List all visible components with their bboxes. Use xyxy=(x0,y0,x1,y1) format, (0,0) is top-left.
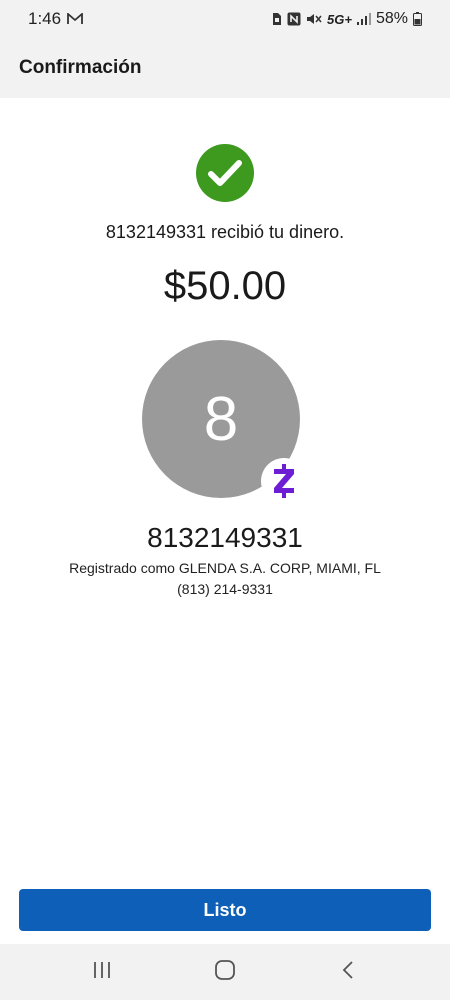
system-nav-bar xyxy=(0,944,450,1000)
status-time: 1:46 xyxy=(28,9,62,28)
recipient-registered-as: Registrado como GLENDA S.A. CORP, MIAMI,… xyxy=(69,560,381,576)
mute-icon xyxy=(306,12,322,26)
battery-icon xyxy=(413,12,422,26)
app-header: Confirmación xyxy=(0,38,450,98)
back-icon xyxy=(341,960,355,985)
back-button[interactable] xyxy=(318,952,378,992)
recents-icon xyxy=(92,961,112,984)
status-left: 1:46 xyxy=(28,9,83,29)
page-title: Confirmación xyxy=(19,57,142,78)
success-check-icon xyxy=(196,144,254,202)
status-bar: 1:46 5G+ 58% xyxy=(0,0,450,38)
avatar-initial: 8 xyxy=(203,384,239,454)
sim-icon xyxy=(272,12,282,26)
confirmation-message: 8132149331 recibió tu dinero. xyxy=(105,222,345,242)
nfc-icon xyxy=(287,12,301,26)
home-button[interactable] xyxy=(195,952,255,992)
recipient-phone: (813) 214-9331 xyxy=(177,581,273,597)
zelle-logo-icon xyxy=(261,458,307,504)
signal-icon xyxy=(356,13,371,25)
transfer-amount: $50.00 xyxy=(163,264,287,308)
recents-button[interactable] xyxy=(72,952,132,992)
recipient-name: 8132149331 xyxy=(147,522,303,553)
status-right: 5G+ 58% xyxy=(272,10,422,28)
network-type: 5G+ xyxy=(327,11,352,27)
done-button[interactable]: Listo xyxy=(19,889,431,931)
home-icon xyxy=(214,959,236,986)
confirmation-content: 8132149331 recibió tu dinero. $50.00 8 8… xyxy=(0,98,450,944)
gmail-icon xyxy=(67,13,83,25)
battery-percent: 58% xyxy=(375,10,408,27)
